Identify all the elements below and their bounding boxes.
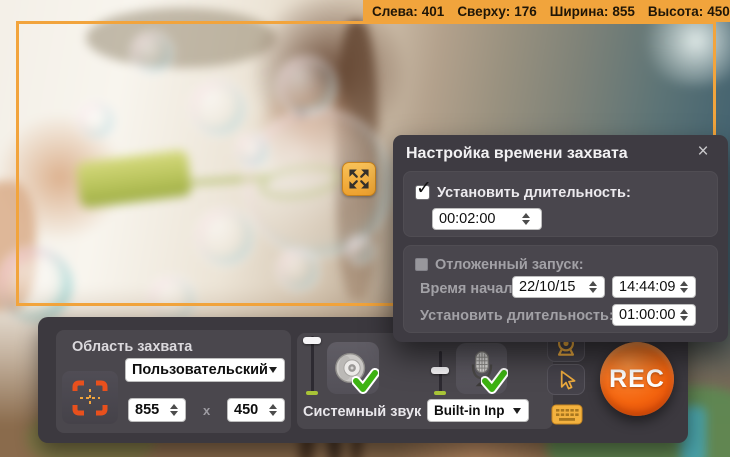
close-icon[interactable]: ×	[692, 141, 714, 163]
capture-area-title: Область захвата	[72, 339, 192, 355]
start-date-value: 22/10/15	[519, 279, 575, 295]
stepper-icon[interactable]	[680, 309, 688, 321]
area-preset-value: Пользовательский	[132, 362, 268, 378]
stepper-icon[interactable]	[589, 281, 597, 293]
start-time-label: Время начала	[420, 281, 521, 297]
coord-top-value: 176	[514, 4, 537, 19]
delayed-duration-input[interactable]: 01:00:00	[612, 304, 696, 326]
check-icon	[481, 367, 508, 394]
duration-input[interactable]: 00:02:00	[432, 208, 542, 230]
duration-value: 00:02:00	[439, 211, 495, 227]
delayed-duration-label: Установить длительность:	[420, 308, 614, 324]
start-time-value: 14:44:09	[619, 279, 675, 295]
delayed-start-checkbox[interactable]	[415, 258, 428, 271]
mic-volume-handle[interactable]	[431, 367, 449, 374]
system-volume-slider[interactable]	[311, 336, 314, 394]
mic-device-value: Built-in Inp	[434, 403, 504, 418]
stepper-icon[interactable]	[680, 281, 688, 293]
capture-time-dialog: Настройка времени захвата × ✓ Установить…	[393, 135, 728, 342]
stepper-icon[interactable]	[170, 404, 178, 416]
coord-width-value: 855	[612, 4, 635, 19]
select-area-button[interactable]	[62, 371, 118, 424]
coord-width-label: Ширина:	[550, 4, 609, 19]
system-sound-label: Системный звук	[303, 404, 421, 420]
delayed-duration-value: 01:00:00	[619, 307, 675, 323]
area-preset-select[interactable]: Пользовательский	[125, 358, 285, 382]
coordinates-bar: Слева: 401 Сверху: 176 Ширина:855 Высота: 4…	[363, 0, 730, 22]
record-button[interactable]: REC	[600, 342, 674, 416]
coord-height-value: 450	[707, 4, 730, 19]
cursor-icon	[554, 368, 578, 392]
area-width-input[interactable]: 855	[128, 398, 186, 422]
keyboard-icon[interactable]	[551, 402, 583, 426]
checkmark-icon: ✓	[416, 177, 432, 200]
coord-left-label: Слева:	[372, 4, 418, 19]
mic-device-select[interactable]: Built-in Inp	[427, 399, 529, 422]
expand-icon	[346, 166, 372, 192]
screen-capture-app: Слева:401 Сверху:176 Ширина:855 Высота:4…	[0, 0, 730, 457]
chevron-down-icon	[513, 408, 521, 414]
record-button-label: REC	[609, 365, 665, 394]
stepper-icon[interactable]	[269, 404, 277, 416]
start-date-input[interactable]: 22/10/15	[512, 276, 605, 298]
coord-left-value: 401	[422, 4, 445, 19]
delayed-start-label: Отложенный запуск:	[435, 257, 584, 273]
set-duration-label: Установить длительность:	[437, 185, 631, 201]
coord-height-label: Высота:	[648, 4, 703, 19]
mic-volume-level	[434, 391, 446, 395]
system-volume-handle[interactable]	[303, 337, 321, 344]
chevron-down-icon	[269, 367, 277, 373]
area-width-value: 855	[135, 402, 159, 418]
check-icon	[352, 367, 379, 394]
cursor-effects-button[interactable]	[547, 364, 585, 395]
dialog-title: Настройка времени захвата	[406, 145, 628, 163]
area-height-input[interactable]: 450	[227, 398, 285, 422]
system-volume-level	[306, 391, 318, 395]
expand-handle-button[interactable]	[342, 162, 376, 196]
stepper-icon[interactable]	[522, 213, 530, 225]
coord-top-label: Сверху:	[457, 4, 510, 19]
set-duration-checkbox[interactable]: ✓	[415, 185, 430, 200]
area-height-value: 450	[234, 402, 258, 418]
dimension-separator: x	[203, 403, 210, 418]
duration-group: ✓ Установить длительность: 00:02:00	[403, 171, 718, 237]
crosshair-icon	[72, 379, 108, 417]
start-time-input[interactable]: 14:44:09	[612, 276, 696, 298]
delayed-start-group: Отложенный запуск: Время начала 22/10/15…	[403, 245, 718, 333]
